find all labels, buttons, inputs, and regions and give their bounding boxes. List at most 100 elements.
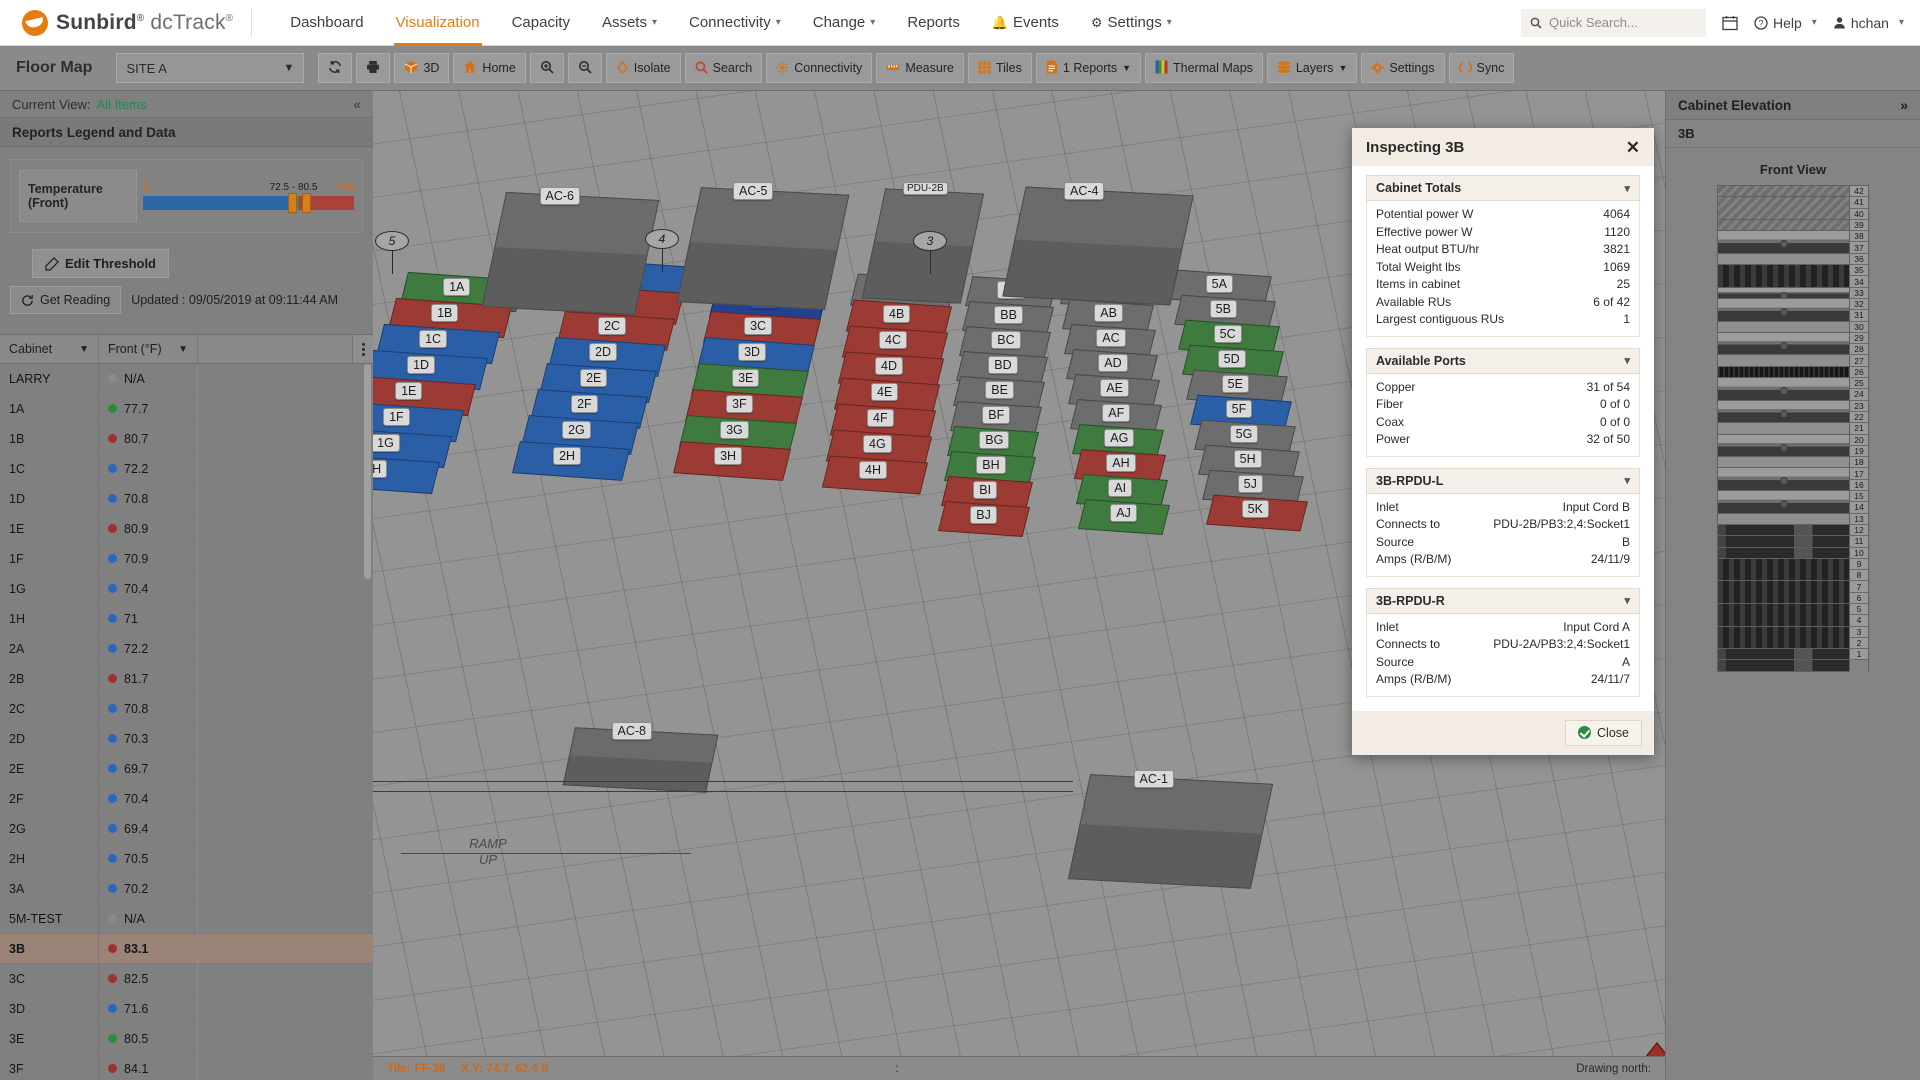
toolbar-button-isolate[interactable]: Isolate bbox=[605, 53, 681, 83]
site-selector[interactable]: SITE A ▼ bbox=[116, 53, 305, 83]
rack-slot-dark[interactable] bbox=[1718, 626, 1849, 650]
rack-slot-empty[interactable] bbox=[1718, 513, 1849, 525]
cabinet-label-2F[interactable]: 2F bbox=[571, 395, 598, 413]
cabinet-label-5E[interactable]: 5E bbox=[1221, 375, 1249, 393]
cabinet-label-4G[interactable]: 4G bbox=[863, 435, 892, 453]
toolbar-button-settings[interactable]: Settings bbox=[1361, 53, 1445, 83]
cabinet-label-3F[interactable]: 3F bbox=[726, 395, 753, 413]
cabinet-label-AB[interactable]: AB bbox=[1094, 304, 1123, 322]
edit-threshold-button[interactable]: Edit Threshold bbox=[32, 249, 169, 278]
table-row[interactable]: 2E 69.7 bbox=[0, 753, 373, 784]
table-row[interactable]: 1D 70.8 bbox=[0, 483, 373, 514]
cabinet-label-5F[interactable]: 5F bbox=[1225, 400, 1253, 418]
cabinet-label-AF[interactable]: AF bbox=[1102, 404, 1131, 422]
expand-panel-icon[interactable]: » bbox=[1900, 97, 1908, 113]
cabinet-label-AH[interactable]: AH bbox=[1106, 454, 1136, 472]
close-button[interactable]: Close bbox=[1565, 719, 1642, 746]
toolbar-button-zoom-in[interactable] bbox=[529, 53, 564, 83]
table-row[interactable]: 3A 70.2 bbox=[0, 873, 373, 904]
toolbar-button-layers[interactable]: Layers ▼ bbox=[1266, 53, 1358, 83]
nav-item-dashboard[interactable]: Dashboard bbox=[274, 0, 379, 46]
row-marker-3[interactable]: 3 bbox=[913, 231, 947, 251]
inspect-section-header[interactable]: Available Ports ▾ bbox=[1366, 347, 1640, 374]
rack-slot-srv[interactable] bbox=[1718, 378, 1849, 401]
cabinet-label-BI[interactable]: BI bbox=[973, 481, 998, 499]
table-row[interactable]: 2C 70.8 bbox=[0, 693, 373, 724]
floor-equipment-AC-6[interactable] bbox=[481, 191, 660, 316]
table-row[interactable]: 2F 70.4 bbox=[0, 783, 373, 814]
cabinet-label-3H[interactable]: 3H bbox=[714, 447, 743, 465]
current-view-value[interactable]: All Items bbox=[97, 97, 147, 112]
cabinet-label-2H[interactable]: 2H bbox=[553, 447, 582, 465]
table-row[interactable]: 2B 81.7 bbox=[0, 663, 373, 694]
rack-slot-dark[interactable] bbox=[1718, 265, 1849, 288]
cabinet-label-1D[interactable]: 1D bbox=[407, 356, 436, 374]
cabinet-label-5H[interactable]: 5H bbox=[1233, 450, 1262, 468]
rack-slot-blank[interactable] bbox=[1718, 219, 1849, 232]
toolbar-button-connectivity[interactable]: Connectivity bbox=[766, 53, 873, 83]
rack-slot-dark[interactable] bbox=[1718, 581, 1849, 604]
cabinet-label-5K[interactable]: 5K bbox=[1241, 500, 1269, 518]
column-header-cabinet[interactable]: Cabinet ▼ bbox=[0, 335, 99, 363]
legend-handle-low[interactable] bbox=[287, 193, 297, 213]
rack-slot-empty[interactable] bbox=[1718, 423, 1849, 435]
rack-slot-srv[interactable] bbox=[1718, 287, 1849, 299]
cabinet-label-2G[interactable]: 2G bbox=[562, 421, 591, 439]
help-menu[interactable]: ? Help ▾ bbox=[1754, 15, 1817, 31]
table-row[interactable]: 1E 80.9 bbox=[0, 513, 373, 544]
rack-slot-empty[interactable] bbox=[1718, 253, 1849, 266]
cabinet-label-5B[interactable]: 5B bbox=[1209, 300, 1237, 318]
cabinet-label-5J[interactable]: 5J bbox=[1237, 475, 1263, 493]
toolbar-button-thermal[interactable]: Thermal Maps bbox=[1145, 53, 1263, 83]
cabinet-label-BD[interactable]: BD bbox=[988, 356, 1018, 374]
cabinet-label-1A[interactable]: 1A bbox=[443, 278, 471, 296]
cabinet-label-4B[interactable]: 4B bbox=[883, 305, 911, 323]
rack-slot-thin[interactable] bbox=[1718, 660, 1849, 672]
cabinet-label-1H[interactable]: 1H bbox=[373, 460, 388, 478]
cabinet-label-AI[interactable]: AI bbox=[1108, 479, 1133, 497]
rack-slot-blank[interactable] bbox=[1718, 186, 1849, 198]
table-row[interactable]: 5M-TEST N/A bbox=[0, 903, 373, 934]
table-row[interactable]: 2G 69.4 bbox=[0, 813, 373, 844]
cabinet-label-AC[interactable]: AC bbox=[1096, 329, 1126, 347]
cabinet-label-BB[interactable]: BB bbox=[994, 306, 1023, 324]
rack-slot-thin[interactable] bbox=[1718, 524, 1849, 537]
cabinet-label-4D[interactable]: 4D bbox=[875, 357, 903, 375]
table-row[interactable]: 1G 70.4 bbox=[0, 573, 373, 604]
cabinet-label-3G[interactable]: 3G bbox=[720, 421, 749, 439]
equipment-label-PDU-2B[interactable]: PDU-2B bbox=[903, 182, 948, 195]
cabinet-label-BF[interactable]: BF bbox=[982, 406, 1011, 424]
cabinet-label-3E[interactable]: 3E bbox=[732, 369, 760, 387]
rack-slot-srv[interactable] bbox=[1718, 491, 1849, 514]
table-row[interactable]: 3E 80.5 bbox=[0, 1023, 373, 1054]
cabinet-label-1B[interactable]: 1B bbox=[431, 304, 459, 322]
inspect-section-header[interactable]: 3B-RPDU-R ▾ bbox=[1366, 587, 1640, 614]
inspect-section-header[interactable]: 3B-RPDU-L ▾ bbox=[1366, 467, 1640, 494]
cabinet-label-BE[interactable]: BE bbox=[985, 381, 1014, 399]
toolbar-button-measure[interactable]: Measure bbox=[876, 53, 964, 83]
rack-slot-thin[interactable] bbox=[1718, 536, 1849, 548]
cabinet-label-1E[interactable]: 1E bbox=[395, 382, 423, 400]
table-row[interactable]: 1B 80.7 bbox=[0, 423, 373, 454]
get-reading-button[interactable]: Get Reading bbox=[10, 286, 122, 314]
cabinet-label-AD[interactable]: AD bbox=[1098, 354, 1128, 372]
rack-slot-srv[interactable] bbox=[1718, 400, 1849, 424]
rack-slot-srv[interactable] bbox=[1718, 332, 1849, 356]
cabinet-label-BC[interactable]: BC bbox=[991, 331, 1021, 349]
cabinet-label-AG[interactable]: AG bbox=[1104, 429, 1135, 447]
cabinet-label-4H[interactable]: 4H bbox=[859, 461, 887, 479]
equipment-label-AC-1[interactable]: AC-1 bbox=[1133, 770, 1174, 788]
equipment-label-AC-5[interactable]: AC-5 bbox=[733, 182, 774, 200]
rack-slot-srv[interactable] bbox=[1718, 231, 1849, 254]
calendar-button[interactable] bbox=[1722, 15, 1738, 31]
toolbar-button-reports[interactable]: 1 Reports ▼ bbox=[1035, 53, 1142, 83]
table-row[interactable]: 3C 82.5 bbox=[0, 963, 373, 994]
cabinet-label-BJ[interactable]: BJ bbox=[970, 506, 997, 524]
nav-item-reports[interactable]: Reports bbox=[891, 0, 976, 46]
toolbar-button-sync[interactable]: Sync bbox=[1448, 53, 1515, 83]
row-marker-4[interactable]: 4 bbox=[645, 229, 679, 249]
nav-item-change[interactable]: Change ▾ bbox=[797, 0, 892, 46]
cabinet-label-2D[interactable]: 2D bbox=[589, 343, 618, 361]
table-row[interactable]: 3F 84.1 bbox=[0, 1053, 373, 1080]
rack-slot-srv[interactable] bbox=[1718, 298, 1849, 322]
